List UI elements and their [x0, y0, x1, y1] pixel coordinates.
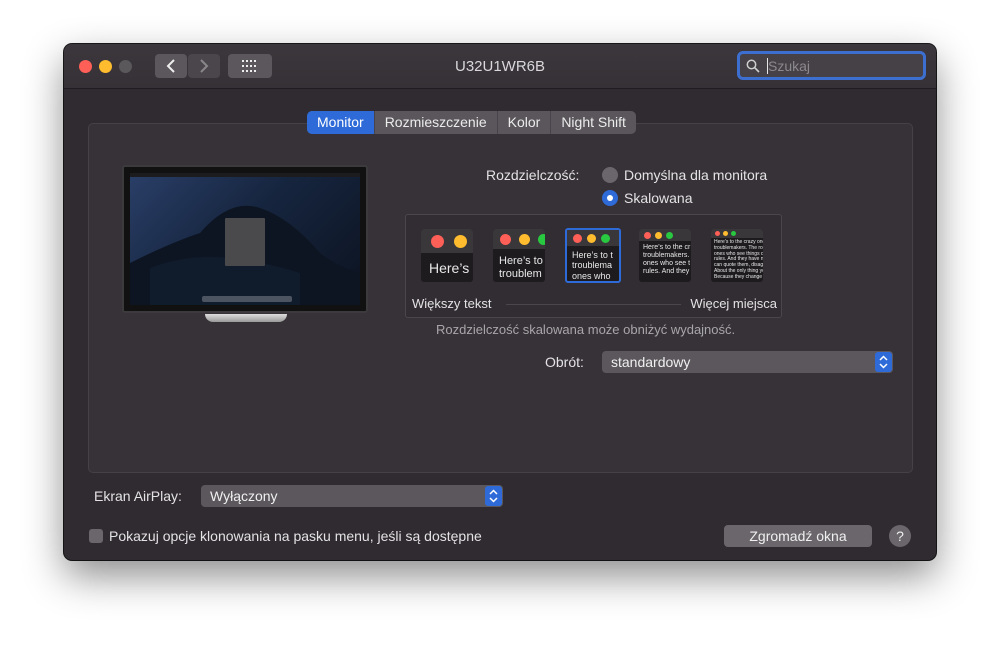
scale-option-1-text: Here’s — [429, 260, 470, 276]
zoom-window-button[interactable] — [119, 60, 132, 73]
preview-dock — [202, 296, 292, 302]
more-space-label: Więcej miejsca — [690, 296, 777, 311]
system-preferences-window: U32U1WR6B Szukaj Monitor Rozmieszczenie … — [64, 44, 936, 560]
radio-default-resolution-label[interactable]: Domyślna dla monitora — [624, 167, 767, 183]
mirror-options-label[interactable]: Pokazuj opcje klonowania na pasku menu, … — [109, 528, 482, 544]
airplay-dropdown[interactable]: Wyłączony — [201, 485, 503, 507]
scale-option-2[interactable]: Here’s to troublem — [493, 229, 545, 282]
rotation-dropdown-value: standardowy — [611, 354, 691, 370]
title-bar: U32U1WR6B Szukaj — [64, 44, 936, 89]
search-placeholder: Szukaj — [768, 58, 811, 74]
larger-text-label: Większy tekst — [412, 296, 492, 311]
scale-divider — [506, 304, 681, 305]
rotation-label: Obrót: — [545, 354, 584, 370]
radio-scaled-resolution-label[interactable]: Skalowana — [624, 190, 693, 206]
scaled-resolution-picker: Here’s Here’s to troublem Here’s to t tr… — [405, 214, 782, 318]
monitor-stand — [205, 314, 287, 322]
mirror-options-checkbox[interactable] — [89, 529, 103, 543]
gather-windows-button[interactable]: Zgromadź okna — [724, 525, 872, 547]
scale-option-5[interactable]: Here’s to the crazy one troublemakers. T… — [711, 229, 763, 282]
desktop-wallpaper-preview — [130, 173, 360, 305]
tab-night-shift[interactable]: Night Shift — [551, 111, 636, 134]
airplay-label: Ekran AirPlay: — [94, 488, 182, 504]
close-window-button[interactable] — [79, 60, 92, 73]
tab-kolor[interactable]: Kolor — [498, 111, 552, 134]
tab-monitor[interactable]: Monitor — [307, 111, 375, 134]
chevron-right-icon — [200, 59, 209, 73]
search-field[interactable]: Szukaj — [737, 51, 926, 80]
scaled-resolution-warning: Rozdzielczość skalowana może obniżyć wyd… — [436, 322, 736, 337]
search-icon — [746, 59, 760, 73]
minimize-window-button[interactable] — [99, 60, 112, 73]
help-button[interactable]: ? — [889, 525, 911, 547]
tab-bar: Monitor Rozmieszczenie Kolor Night Shift — [307, 111, 636, 134]
grid-icon — [242, 60, 256, 72]
scale-option-4-text: Here’s to the cr troublemakers. ones who… — [643, 244, 691, 276]
resolution-label: Rozdzielczość: — [486, 167, 580, 183]
preview-window — [225, 218, 265, 266]
radio-default-resolution[interactable] — [602, 167, 618, 183]
monitor-preview — [122, 165, 368, 313]
updown-arrows-icon — [485, 486, 502, 506]
forward-button[interactable] — [188, 54, 220, 78]
scale-option-4[interactable]: Here’s to the cr troublemakers. ones who… — [639, 229, 691, 282]
scale-option-3-text: Here’s to t troublema ones who — [572, 250, 613, 281]
tab-rozmieszczenie[interactable]: Rozmieszczenie — [375, 111, 498, 134]
airplay-dropdown-value: Wyłączony — [210, 488, 278, 504]
show-all-button[interactable] — [228, 54, 272, 78]
scale-option-2-text: Here’s to troublem — [499, 255, 543, 280]
rotation-dropdown[interactable]: standardowy — [602, 351, 893, 373]
back-button[interactable] — [155, 54, 187, 78]
scale-option-3[interactable]: Here’s to t troublema ones who — [565, 228, 621, 283]
radio-scaled-resolution[interactable] — [602, 190, 618, 206]
chevron-left-icon — [166, 59, 175, 73]
scale-option-1[interactable]: Here’s — [421, 229, 473, 282]
preview-menu-bar — [130, 173, 360, 177]
window-title: U32U1WR6B — [454, 58, 546, 75]
updown-arrows-icon — [875, 352, 892, 372]
scale-option-5-text: Here’s to the crazy one troublemakers. T… — [714, 239, 763, 280]
